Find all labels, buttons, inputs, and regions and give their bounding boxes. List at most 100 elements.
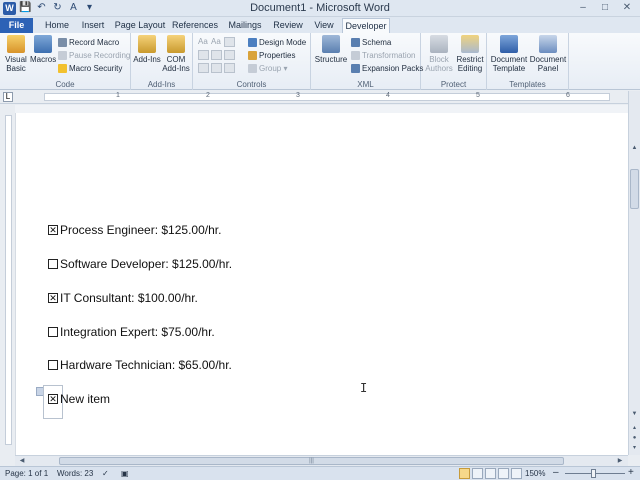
ruler-numbers: 1 2 3 4 5 6	[44, 92, 610, 101]
macro-recording-icon[interactable]: ▣	[121, 469, 129, 478]
tab-page-layout[interactable]: Page Layout	[113, 18, 167, 33]
minimize-button[interactable]: –	[572, 0, 594, 15]
addins-button[interactable]: Add-Ins	[133, 35, 161, 64]
vertical-ruler[interactable]	[2, 105, 14, 455]
group-button[interactable]: Group ▾	[248, 63, 287, 74]
vertical-scroll-thumb[interactable]	[630, 169, 639, 209]
tab-references[interactable]: References	[170, 18, 220, 33]
picture-control-icon[interactable]	[224, 37, 235, 47]
checklist-item[interactable]: Integration Expert: $75.00/hr.	[48, 325, 215, 339]
visual-basic-button[interactable]: Visual Basic	[3, 35, 29, 73]
zoom-out-button[interactable]: –	[553, 467, 559, 478]
document-panel-button[interactable]: Document Panel	[529, 35, 567, 73]
schema-label: Schema	[362, 38, 392, 47]
checklist-item[interactable]: ✕ IT Consultant: $100.00/hr.	[48, 291, 198, 305]
draft-view-icon[interactable]	[511, 468, 522, 479]
properties-button[interactable]: Properties	[248, 50, 295, 61]
restrict-editing-button[interactable]: Restrict Editing	[455, 35, 485, 73]
page-count[interactable]: Page: 1 of 1	[5, 469, 48, 478]
checklist-item[interactable]: ✕ New item	[48, 392, 110, 406]
scroll-left-arrow-icon[interactable]: ◀	[17, 457, 27, 465]
plain-text-control-icon[interactable]: Aa	[211, 37, 222, 47]
print-layout-view-icon[interactable]	[459, 468, 470, 479]
select-browse-object-icon[interactable]: ●	[630, 433, 639, 443]
outline-view-icon[interactable]	[498, 468, 509, 479]
document-area: ✕ Process Engineer: $125.00/hr. Software…	[15, 105, 628, 455]
zoom-slider-knob[interactable]	[591, 469, 596, 478]
com-addins-button[interactable]: COM Add-Ins	[162, 35, 190, 73]
previous-page-icon[interactable]: ▴	[630, 423, 639, 433]
scroll-right-arrow-icon[interactable]: ▶	[615, 457, 625, 465]
checklist-item-text: Hardware Technician: $65.00/hr.	[60, 358, 232, 372]
proofing-icon[interactable]: ✓	[102, 469, 109, 478]
tab-mailings[interactable]: Mailings	[224, 18, 266, 33]
transformation-label: Transformation	[362, 51, 416, 60]
combo-box-control-icon[interactable]	[211, 50, 222, 60]
web-layout-view-icon[interactable]	[485, 468, 496, 479]
expansion-packs-button[interactable]: Expansion Packs	[351, 63, 423, 74]
tab-review[interactable]: Review	[270, 18, 306, 33]
checklist-item[interactable]: ✕ Process Engineer: $125.00/hr.	[48, 223, 221, 237]
horizontal-scroll-thumb[interactable]: |||	[59, 457, 564, 465]
document-template-icon	[500, 35, 518, 53]
pause-recording-button[interactable]: Pause Recording	[58, 50, 130, 61]
macros-button[interactable]: Macros	[30, 35, 56, 64]
checkbox-unchecked[interactable]	[48, 327, 58, 337]
block-authors-label-1: Block	[429, 55, 449, 64]
tab-home[interactable]: Home	[38, 18, 76, 33]
group-label-addins: Add-Ins	[147, 80, 176, 89]
record-macro-button[interactable]: Record Macro	[58, 37, 119, 48]
date-picker-control-icon[interactable]	[198, 63, 209, 73]
tab-file[interactable]: File	[0, 18, 33, 33]
checkbox-checked[interactable]: ✕	[48, 225, 58, 235]
ruler-number: 4	[386, 92, 390, 99]
group-icon	[248, 64, 257, 74]
building-block-control-icon[interactable]	[198, 50, 209, 60]
document-template-label-1: Document	[490, 55, 528, 64]
block-authors-button[interactable]: Block Authors	[424, 35, 454, 73]
scroll-down-arrow-icon[interactable]: ▼	[630, 409, 639, 419]
transformation-icon	[351, 51, 360, 61]
checkbox-unchecked[interactable]	[48, 360, 58, 370]
zoom-level[interactable]: 150%	[525, 469, 545, 478]
text-cursor-icon: I	[360, 381, 368, 395]
checkbox-control-icon[interactable]	[211, 63, 222, 73]
structure-icon	[322, 35, 340, 53]
drop-down-control-icon[interactable]	[224, 50, 235, 60]
maximize-button[interactable]: □	[594, 0, 616, 15]
checklist-item[interactable]: Software Developer: $125.00/hr.	[48, 257, 232, 271]
design-mode-button[interactable]: Design Mode	[248, 37, 306, 48]
zoom-in-button[interactable]: +	[628, 467, 634, 478]
horizontal-scrollbar[interactable]: ◀ ||| ▶	[15, 455, 628, 466]
checklist-item[interactable]: Hardware Technician: $65.00/hr.	[48, 358, 232, 372]
tab-view[interactable]: View	[310, 18, 338, 33]
checkbox-checked[interactable]: ✕	[48, 293, 58, 303]
document-template-button[interactable]: Document Template	[490, 35, 528, 73]
full-screen-reading-view-icon[interactable]	[472, 468, 483, 479]
ruler-number: 2	[206, 92, 210, 99]
checkbox-unchecked[interactable]	[48, 259, 58, 269]
tab-selector[interactable]: L	[3, 92, 13, 102]
gear-icon	[138, 35, 156, 53]
checklist-item-text: Software Developer: $125.00/hr.	[60, 257, 233, 271]
checkbox-checked[interactable]: ✕	[48, 394, 58, 404]
word-count[interactable]: Words: 23	[57, 469, 93, 478]
document-page[interactable]: ✕ Process Engineer: $125.00/hr. Software…	[15, 113, 628, 455]
tab-insert[interactable]: Insert	[76, 18, 110, 33]
ruler-number: 6	[566, 92, 570, 99]
next-page-icon[interactable]: ▾	[630, 443, 639, 453]
structure-button[interactable]: Structure	[314, 35, 348, 64]
ruler-number: 5	[476, 92, 480, 99]
rich-text-control-icon[interactable]: Aa	[198, 37, 209, 47]
document-panel-label-1: Document	[529, 55, 567, 64]
vertical-scrollbar[interactable]: ▲ ▼ ▴ ● ▾	[628, 91, 640, 455]
scroll-up-arrow-icon[interactable]: ▲	[630, 143, 639, 153]
close-button[interactable]: ✕	[616, 0, 638, 15]
horizontal-ruler[interactable]: L 1 2 3 4 5 6	[0, 91, 640, 104]
ruler-number: 3	[296, 92, 300, 99]
transformation-button[interactable]: Transformation	[351, 50, 416, 61]
schema-button[interactable]: Schema	[351, 37, 391, 48]
tab-developer[interactable]: Developer	[342, 18, 390, 33]
legacy-tools-icon[interactable]	[224, 63, 235, 73]
macro-security-button[interactable]: Macro Security	[58, 63, 122, 74]
